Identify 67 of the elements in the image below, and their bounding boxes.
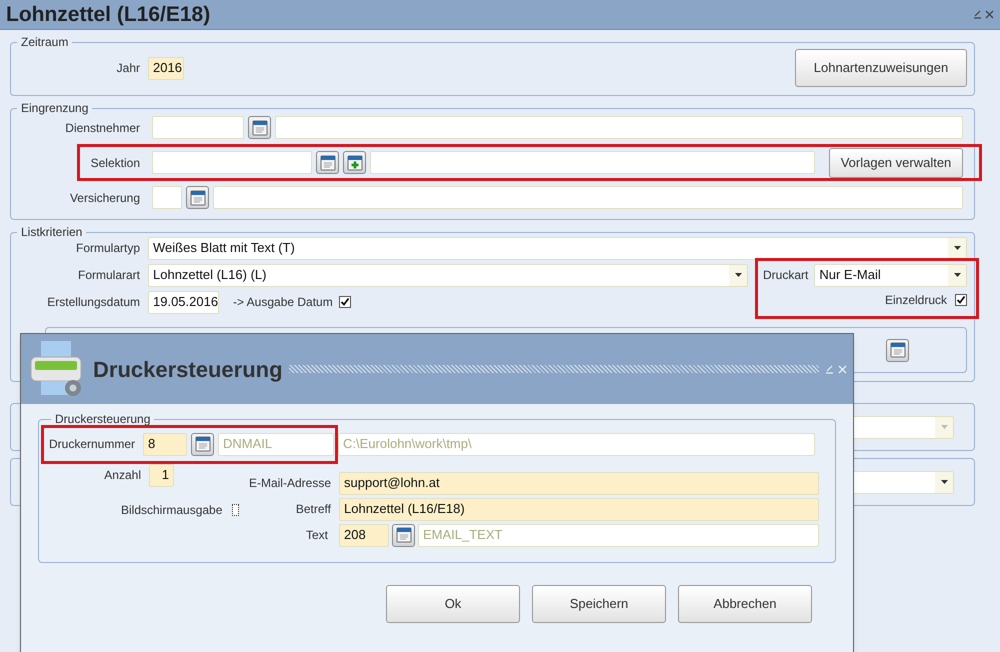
input-field[interactable]: 19.05.2016: [148, 290, 219, 314]
group-legend: Zeitraum: [17, 33, 72, 51]
group-legend: Listkriterien: [17, 223, 86, 241]
calendar-icon: [890, 342, 906, 358]
input-field[interactable]: 2016: [148, 56, 184, 80]
lookup-button[interactable]: [392, 524, 415, 546]
input-field[interactable]: 208: [339, 524, 389, 546]
caret-icon: [940, 480, 948, 484]
calendar-icon: [252, 120, 268, 136]
input-field[interactable]: Lohnzettel (L16/E18): [339, 498, 819, 520]
calendar-icon: [190, 190, 206, 206]
input-field[interactable]: [213, 186, 963, 209]
dialog-button[interactable]: Ok: [386, 585, 520, 623]
dropdown[interactable]: Weißes Blatt mit Text (T): [148, 236, 967, 260]
checkbox[interactable]: [232, 504, 239, 516]
field-label: Formularart: [76, 267, 141, 284]
field-label: E-Mail-Adresse: [248, 475, 332, 492]
plus-icon: [346, 154, 362, 170]
field-label: Selektion: [90, 154, 141, 172]
calendar-icon: [194, 436, 210, 452]
dropdown[interactable]: Lohnzettel (L16) (L): [148, 264, 748, 286]
field-label: Versicherung: [68, 190, 141, 206]
input-field[interactable]: [152, 116, 244, 139]
lookup-button[interactable]: [886, 338, 909, 362]
input-field[interactable]: 1: [149, 464, 174, 486]
input-field[interactable]: support@lohn.at: [339, 472, 819, 494]
vorlagen-button[interactable]: Vorlagen verwalten: [829, 148, 963, 178]
caret-icon: [940, 425, 948, 429]
calendar-icon: [396, 527, 412, 543]
checkbox[interactable]: [338, 296, 351, 308]
field-label: Druckart: [762, 267, 810, 284]
input-field[interactable]: [152, 151, 312, 174]
caret-icon: [954, 246, 960, 250]
window-title: Lohnzettel (L16/E18): [6, 2, 212, 28]
dialog-button[interactable]: Abbrechen: [678, 585, 812, 623]
bildschirmausgabe-label: Bildschirmausgabe: [121, 502, 222, 519]
field-label: Betreff: [294, 501, 332, 518]
field-label: Text: [304, 527, 329, 544]
caret-icon: [734, 273, 742, 277]
field-label: Dienstnehmer: [64, 120, 141, 136]
lookup-button[interactable]: [248, 116, 271, 139]
lookup-button[interactable]: [191, 432, 214, 456]
ausgabe-datum-label: -> Ausgabe Datum: [233, 294, 333, 311]
dialog-button[interactable]: Speichern: [532, 585, 666, 623]
field-label: Jahr: [116, 60, 141, 77]
input-field[interactable]: 8: [143, 432, 187, 456]
caret-icon: [954, 273, 960, 277]
input-field[interactable]: [152, 186, 182, 209]
group-legend: Druckersteuerung: [51, 410, 154, 428]
minimize-icon[interactable]: [973, 10, 982, 19]
field-label: Erstellungsdatum: [46, 294, 141, 311]
einzeldruck-label: Einzeldruck: [884, 292, 947, 309]
lohnartenzuweisungen-button[interactable]: Lohnartenzuweisungen: [795, 49, 967, 87]
field-label: Formulartyp: [74, 240, 141, 257]
close-icon[interactable]: [985, 10, 994, 19]
input-field[interactable]: [370, 151, 815, 174]
dropdown[interactable]: Nur E-Mail: [814, 264, 967, 286]
input-field[interactable]: [275, 116, 963, 139]
calendar-icon: [320, 154, 336, 170]
lookup-button[interactable]: [186, 186, 209, 209]
field-label: Druckernummer: [49, 436, 136, 453]
field-label: Anzahl: [103, 467, 142, 484]
add-button[interactable]: [343, 151, 366, 174]
checkbox[interactable]: [955, 294, 967, 306]
dialog-title: Druckersteuerung: [93, 356, 283, 384]
group-legend: Eingrenzung: [17, 99, 92, 117]
lookup-button[interactable]: [316, 151, 339, 174]
